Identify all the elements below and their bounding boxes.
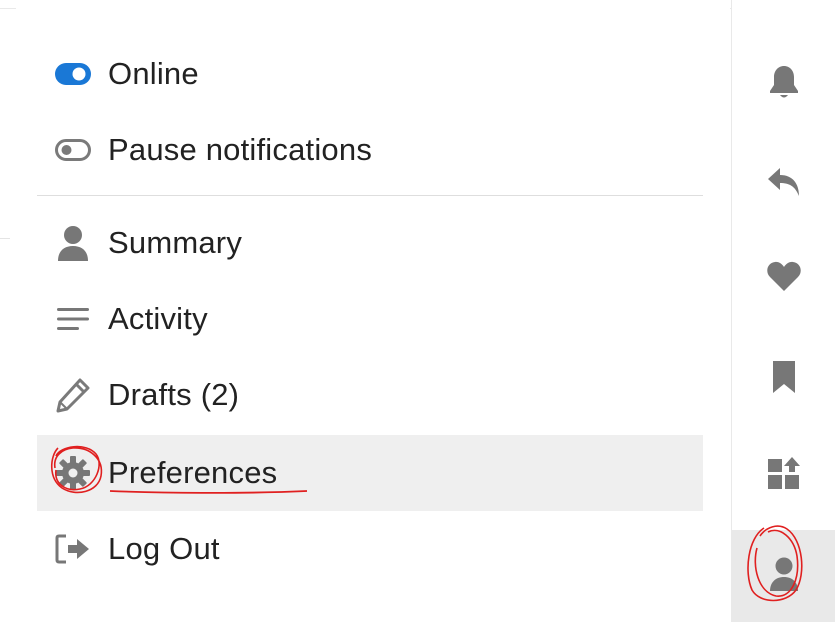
menu-item-label: Summary xyxy=(108,225,243,260)
menu-item-label: Drafts (2) xyxy=(108,377,240,412)
menu-item-online[interactable]: Online xyxy=(37,36,703,112)
pencil-icon xyxy=(54,376,92,414)
quick-access-rail xyxy=(731,0,835,622)
heart-icon xyxy=(766,260,802,297)
menu-item-log-out[interactable]: Log Out xyxy=(37,511,703,587)
screenshot-stage: Online Pause notifications Summary Activ… xyxy=(0,0,835,622)
menu-item-label: Log Out xyxy=(108,531,220,566)
menu-item-summary[interactable]: Summary xyxy=(37,205,703,281)
list-icon xyxy=(54,300,92,338)
menu-item-pause-notifications[interactable]: Pause notifications xyxy=(37,112,703,188)
user-icon xyxy=(54,224,92,262)
profile-tab-button[interactable] xyxy=(732,530,835,622)
menu-item-preferences[interactable]: Preferences xyxy=(37,435,703,511)
pending-review-icon xyxy=(767,456,801,495)
notifications-tab-button[interactable] xyxy=(732,46,835,122)
menu-divider xyxy=(37,195,703,196)
sign-out-icon xyxy=(54,530,92,568)
menu-item-drafts[interactable]: Drafts (2) xyxy=(37,357,703,433)
toggle-off-icon xyxy=(54,131,92,169)
likes-tab-button[interactable] xyxy=(732,240,835,316)
reply-icon xyxy=(766,166,802,203)
replies-tab-button[interactable] xyxy=(732,146,835,222)
bookmark-icon xyxy=(771,360,797,399)
review-tab-button[interactable] xyxy=(732,437,835,513)
menu-item-activity[interactable]: Activity xyxy=(37,281,703,357)
bell-icon xyxy=(767,64,801,105)
menu-item-label: Pause notifications xyxy=(108,132,373,167)
gear-icon xyxy=(54,454,92,492)
bookmarks-tab-button[interactable] xyxy=(732,341,835,417)
toggle-on-icon xyxy=(54,55,92,93)
user-icon xyxy=(767,556,801,597)
menu-item-label: Preferences xyxy=(108,455,278,490)
menu-item-label: Activity xyxy=(108,301,208,336)
background-divider xyxy=(0,238,10,239)
menu-item-label: Online xyxy=(108,56,199,91)
user-menu-panel: Online Pause notifications Summary Activ… xyxy=(16,8,730,622)
